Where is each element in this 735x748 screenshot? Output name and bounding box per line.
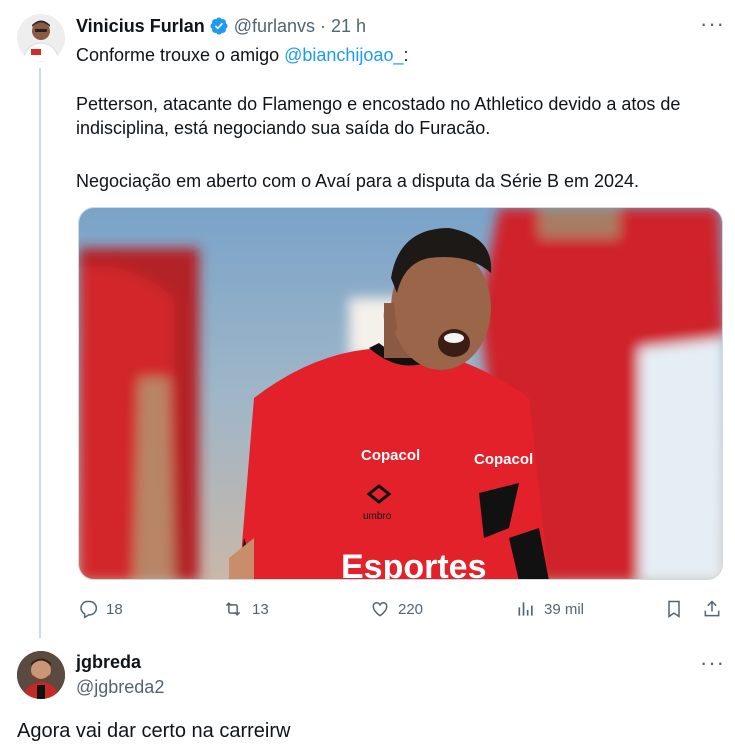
jersey-sponsor-left: Copacol: [361, 447, 420, 464]
tweet-media-photo[interactable]: Copacol Copacol umbro Esportes: [78, 207, 723, 580]
more-icon[interactable]: ···: [700, 11, 725, 37]
retweet-count: 13: [252, 600, 269, 618]
reply-count: 18: [106, 600, 123, 618]
jersey-sponsor-right: Copacol: [474, 451, 533, 468]
tweet-paragraph-2: Negociação em aberto com o Avaí para a d…: [76, 171, 640, 191]
tweet-paragraph-1: Petterson, atacante do Flamengo e encost…: [76, 94, 681, 138]
share-icon: [704, 600, 720, 617]
like-icon: [372, 601, 388, 617]
tweet-intro: Conforme trouxe o amigo @bianchijoao_:: [76, 43, 716, 67]
intro-suffix: :: [403, 45, 409, 65]
reply-text: Agora vai dar certo na carreirw: [17, 720, 291, 742]
bookmark-icon: [668, 600, 680, 618]
views-button[interactable]: 39 mil: [516, 596, 584, 622]
mention-link[interactable]: @bianchijoao_: [284, 45, 403, 65]
separator-dot: ·: [320, 15, 327, 36]
like-count: 220: [398, 600, 424, 618]
jersey-front-sponsor: Esportes: [341, 548, 487, 580]
reply-icon: [80, 600, 98, 619]
verified-icon: [210, 17, 228, 35]
reply-author-name[interactable]: jgbreda: [76, 652, 141, 673]
jersey-brand: umbro: [363, 511, 392, 522]
intro-text: Conforme trouxe o amigo: [76, 45, 285, 65]
author-name[interactable]: Vinicius Furlan: [76, 16, 205, 37]
reply-author-handle[interactable]: @jgbreda2: [76, 677, 164, 698]
author-avatar[interactable]: [17, 14, 65, 62]
share-button[interactable]: [702, 596, 730, 622]
bookmark-button[interactable]: [664, 596, 692, 622]
like-button[interactable]: 220: [370, 596, 423, 622]
views-count: 39 mil: [544, 600, 585, 618]
views-icon: [518, 602, 533, 616]
author-handle[interactable]: @furlanvs: [234, 16, 315, 37]
tweet-time[interactable]: 21 h: [331, 16, 366, 37]
reply-author-avatar[interactable]: [17, 651, 65, 699]
reply-button[interactable]: 18: [78, 596, 123, 622]
tweet-card[interactable]: Vinicius Furlan @furlanvs · 21 h ··· Con…: [0, 0, 735, 638]
retweet-button[interactable]: 13: [222, 596, 269, 622]
retweet-icon: [225, 602, 241, 616]
thread-line: [39, 68, 41, 638]
tweet-header: Vinicius Furlan @furlanvs · 21 h: [76, 14, 366, 38]
reply-more-icon[interactable]: ···: [700, 650, 725, 676]
